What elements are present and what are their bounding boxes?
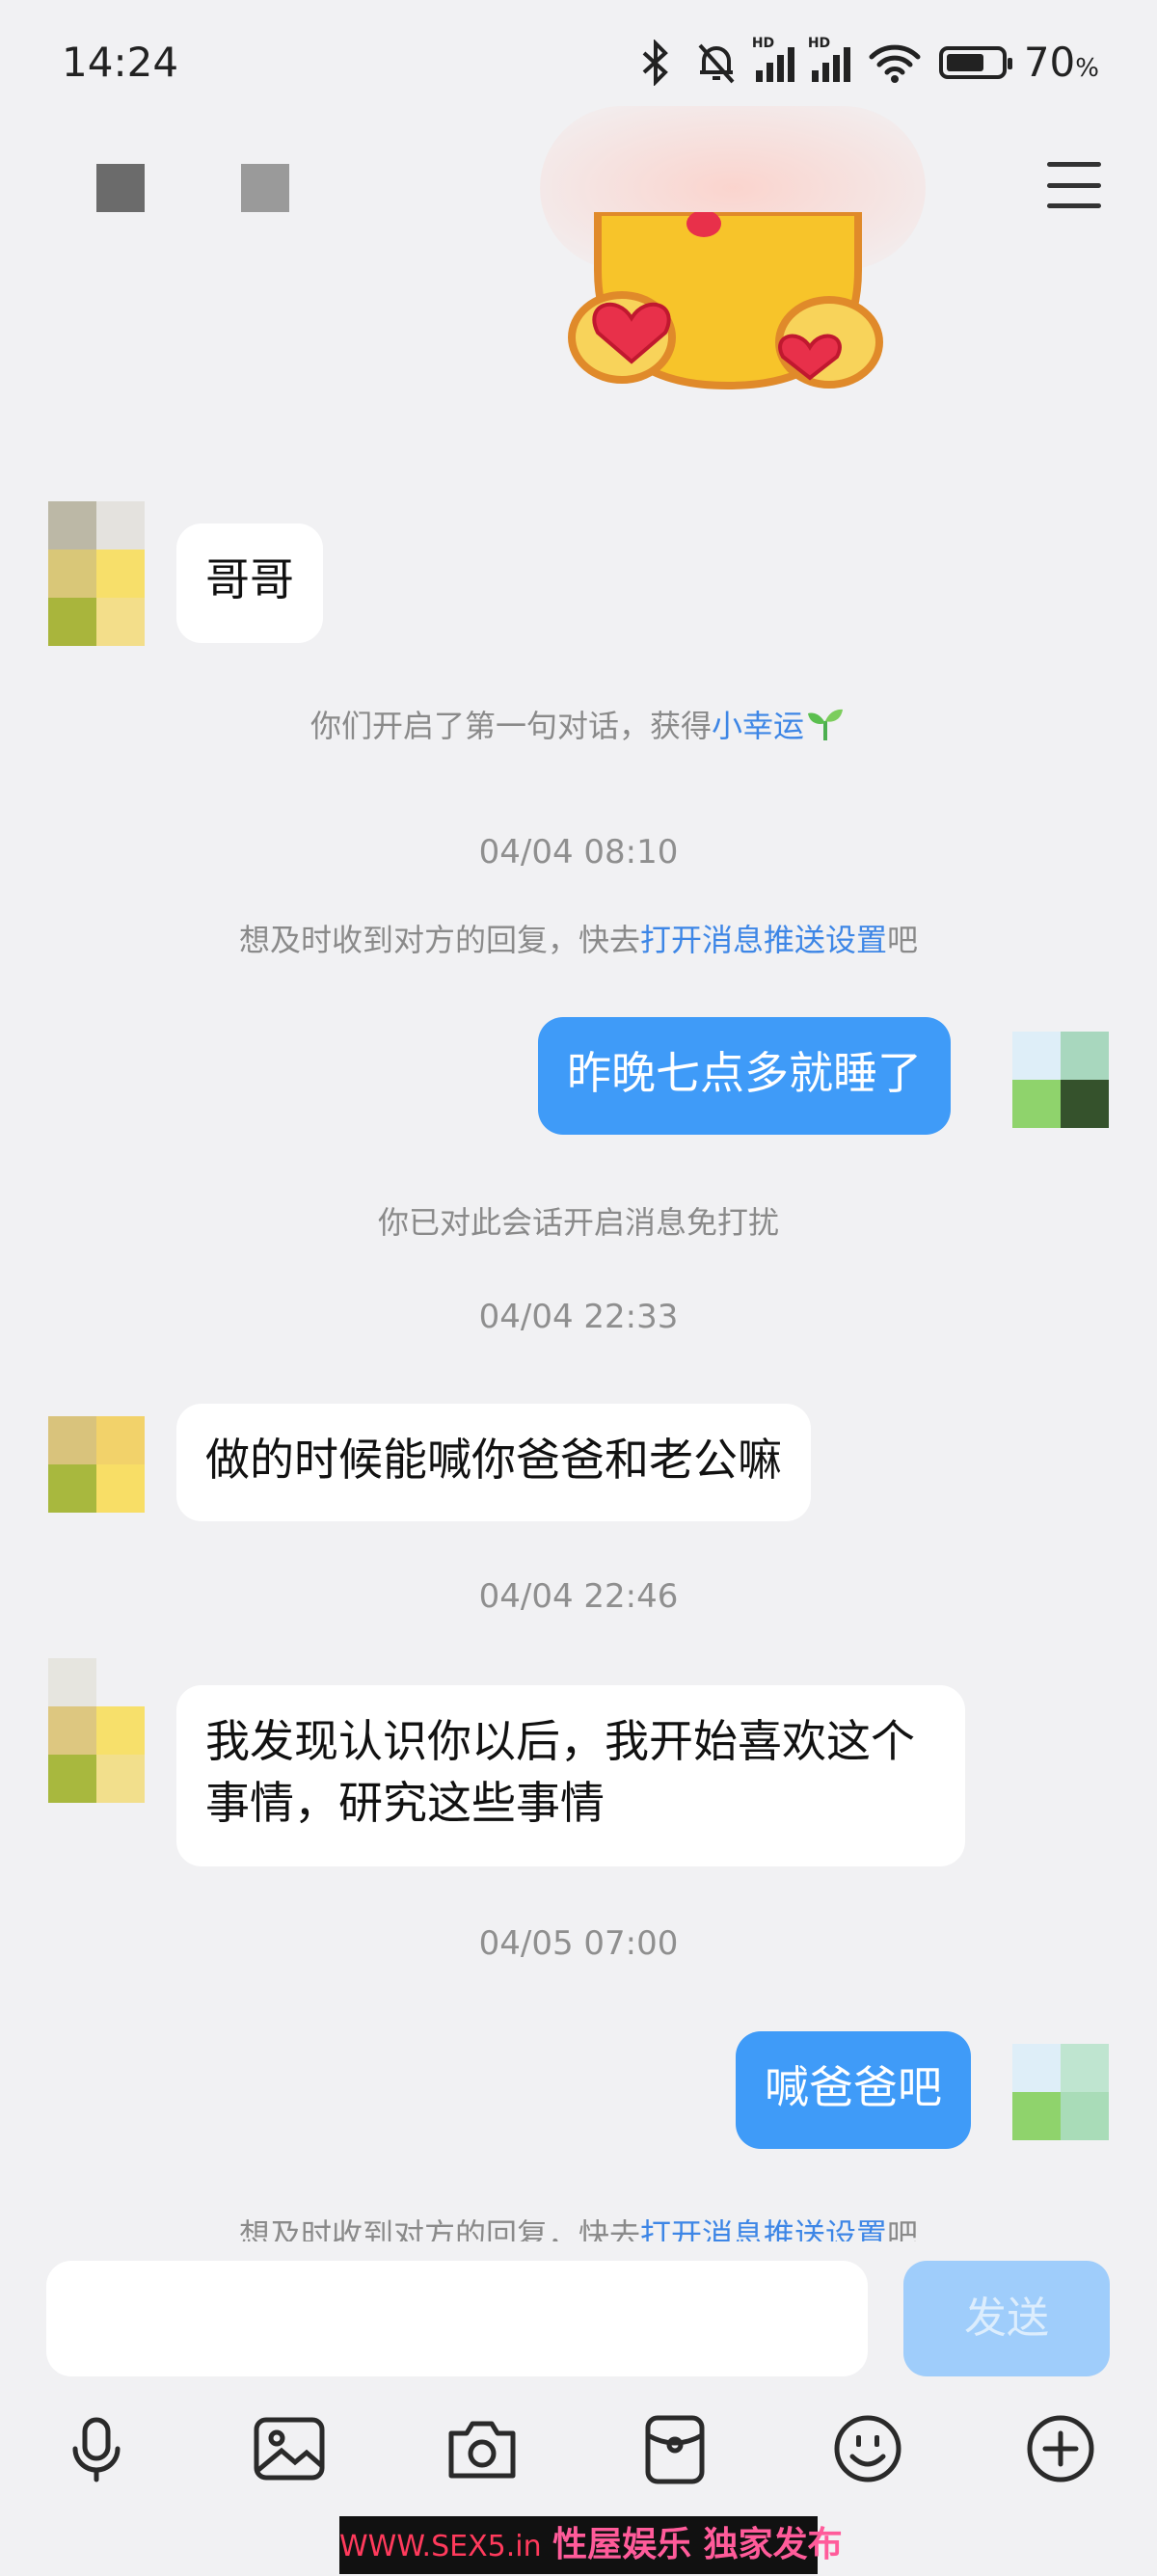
wifi-icon — [869, 44, 921, 83]
back-button[interactable] — [96, 164, 145, 212]
hamburger-menu-icon[interactable] — [1047, 162, 1101, 208]
system-notice-mute: 你已对此会话开启消息免打扰 — [377, 1204, 779, 1241]
cellular-signal-icon: HD — [752, 36, 794, 82]
message-bubble-incoming[interactable]: 做的时候能喊你爸爸和老公嘛 — [176, 1404, 811, 1521]
message-input[interactable] — [46, 2261, 868, 2376]
system-notice-first-chat: 你们开启了第一句对话，获得小幸运 — [0, 702, 1157, 746]
my-avatar[interactable] — [1012, 1032, 1109, 1128]
my-avatar[interactable] — [1012, 2044, 1109, 2140]
cellular-signal-2-icon: HD — [808, 36, 850, 82]
avatar[interactable] — [48, 501, 145, 646]
timestamp: 04/04 08:10 — [478, 833, 679, 872]
avatar[interactable] — [48, 1658, 145, 1803]
message-bubble-incoming[interactable]: 哥哥 — [176, 523, 323, 643]
heart-hands-emoji-sticker[interactable] — [550, 212, 906, 395]
status-icons: HD HD 70% — [634, 36, 1099, 86]
image-icon[interactable] — [251, 2410, 328, 2487]
battery-icon — [938, 45, 1012, 79]
timestamp: 04/04 22:46 — [478, 1577, 679, 1616]
bluetooth-icon — [642, 39, 668, 86]
timestamp: 04/05 07:00 — [478, 1924, 679, 1963]
lucky-link[interactable]: 小幸运 — [712, 708, 804, 744]
watermark-banner: WWW.SEX5.in 性屋娱乐 独家发布 — [339, 2516, 843, 2574]
bell-muted-icon — [698, 43, 735, 83]
message-bubble-incoming[interactable]: 我发现认识你以后，我开始喜欢这个事情，研究这些事情 — [176, 1685, 965, 1866]
contact-name-redacted[interactable] — [241, 164, 289, 212]
microphone-icon[interactable] — [58, 2410, 135, 2487]
watermark-url: WWW.SEX5.in — [339, 2530, 542, 2563]
avatar[interactable] — [48, 1416, 145, 1513]
timestamp: 04/04 22:33 — [478, 1298, 679, 1336]
push-settings-link[interactable]: 打开消息推送设置 — [640, 922, 887, 958]
sprout-icon — [808, 709, 844, 740]
status-time: 14:24 — [62, 39, 179, 86]
battery-percent: 70% — [1023, 39, 1099, 86]
red-packet-icon[interactable] — [636, 2410, 713, 2487]
send-button[interactable]: 发送 — [903, 2261, 1110, 2376]
message-bubble-outgoing[interactable]: 喊爸爸吧 — [736, 2031, 971, 2149]
plus-icon[interactable] — [1022, 2410, 1099, 2487]
system-notice-push: 想及时收到对方的回复，快去打开消息推送设置吧 — [238, 922, 919, 958]
camera-icon[interactable] — [444, 2410, 521, 2487]
message-bubble-outgoing[interactable]: 昨晚七点多就睡了 — [538, 1017, 951, 1135]
emoji-icon[interactable] — [829, 2410, 906, 2487]
watermark-text: 性屋娱乐 独家发布 — [552, 2525, 843, 2564]
